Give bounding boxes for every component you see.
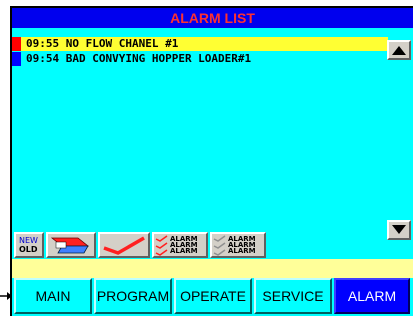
- page-title: ALARM LIST: [12, 8, 413, 28]
- hopper-button[interactable]: [46, 232, 96, 258]
- acknowledged-list-button[interactable]: ALARM ALARM ALARM: [210, 232, 266, 258]
- alarm-list-button[interactable]: ALARM ALARM ALARM: [152, 232, 208, 258]
- alarm-stack-label: ALARM ALARM ALARM: [170, 235, 198, 255]
- hopper-icon: [50, 237, 90, 254]
- status-strip: [12, 259, 413, 278]
- checkmark-icon: [103, 236, 145, 255]
- alarm-text: 09:55 NO FLOW CHANEL #1: [26, 37, 179, 50]
- nav-operate-button[interactable]: OPERATE: [174, 278, 252, 314]
- alarm-panel: ALARM LIST 09:55 NO FLOW CHANEL #1 09:54…: [10, 6, 413, 316]
- new-old-toggle-button[interactable]: NEW OLD: [14, 232, 44, 258]
- nav-service-button[interactable]: SERVICE: [254, 278, 332, 314]
- alarm-row[interactable]: 09:55 NO FLOW CHANEL #1: [12, 37, 388, 51]
- nav-program-button[interactable]: PROGRAM: [94, 278, 172, 314]
- nav-main-button[interactable]: MAIN: [14, 278, 92, 314]
- old-label: OLD: [19, 245, 38, 254]
- new-label: NEW: [19, 236, 38, 245]
- alarm-text: 09:54 BAD CONVYING HOPPER LOADER#1: [26, 52, 252, 65]
- acknowledge-button[interactable]: [98, 232, 150, 258]
- scroll-down-button[interactable]: [387, 220, 411, 240]
- triangle-down-icon: [392, 225, 406, 234]
- ack-stack-label: ALARM ALARM ALARM: [228, 235, 256, 255]
- alarm-row[interactable]: 09:54 BAD CONVYING HOPPER LOADER#1: [12, 52, 388, 66]
- scroll-up-button[interactable]: [387, 40, 411, 60]
- checkmark-icon: [155, 235, 168, 256]
- checkmark-icon: [213, 235, 226, 256]
- triangle-up-icon: [392, 46, 406, 55]
- alarm-marker: [12, 52, 21, 66]
- alarm-marker: [12, 37, 21, 51]
- nav-alarm-button[interactable]: ALARM: [334, 278, 410, 314]
